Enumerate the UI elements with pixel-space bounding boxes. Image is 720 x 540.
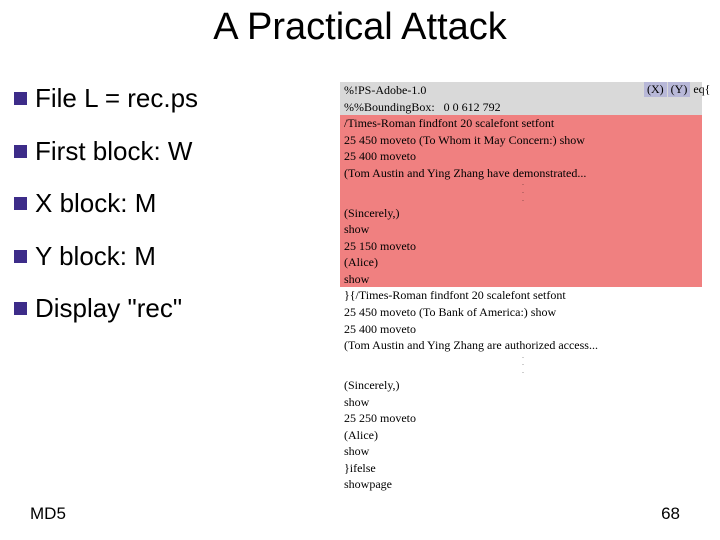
vdots-icon: ... <box>340 181 702 204</box>
code-line: (Tom Austin and Ying Zhang are authorize… <box>340 337 702 354</box>
code-line: %%BoundingBox: 0 0 612 792 <box>340 99 702 116</box>
code-line: (Alice) <box>340 427 702 444</box>
code-line: showpage <box>340 476 702 493</box>
code-line: }ifelse <box>340 460 702 477</box>
xy-annotation: (X) (Y) eq{ <box>644 82 710 97</box>
bullet-text: Display "rec" <box>35 292 182 325</box>
slide-title: A Practical Attack <box>0 6 720 49</box>
bullet-icon <box>14 92 27 105</box>
bullet-item: Display "rec" <box>14 292 329 325</box>
eq-tail: eq{ <box>691 82 710 97</box>
code-line: 25 450 moveto (To Bank of America:) show <box>340 304 702 321</box>
code-line: show <box>340 394 702 411</box>
bullet-item: First block: W <box>14 135 329 168</box>
code-line: show <box>340 271 702 288</box>
bullet-item: File L = rec.ps <box>14 82 329 115</box>
vdots-icon: ... <box>340 354 702 377</box>
code-block: %!PS-Adobe-1.0 %%BoundingBox: 0 0 612 79… <box>340 82 702 493</box>
code-line: (Sincerely,) <box>340 205 702 222</box>
bullet-item: Y block: M <box>14 240 329 273</box>
bullet-text: X block: M <box>35 187 156 220</box>
code-line: 25 400 moveto <box>340 148 702 165</box>
code-line: (Tom Austin and Ying Zhang have demonstr… <box>340 165 702 182</box>
bullet-icon <box>14 302 27 315</box>
bullet-icon <box>14 197 27 210</box>
bullet-list: File L = rec.ps First block: W X block: … <box>14 82 329 345</box>
code-line: 25 250 moveto <box>340 410 702 427</box>
y-label: (Y) <box>668 82 691 97</box>
bullet-item: X block: M <box>14 187 329 220</box>
bullet-icon <box>14 145 27 158</box>
bullet-text: File L = rec.ps <box>35 82 198 115</box>
code-line: show <box>340 221 702 238</box>
bullet-text: First block: W <box>35 135 192 168</box>
footer-page-number: 68 <box>661 504 680 524</box>
code-line: /Times-Roman findfont 20 scalefont setfo… <box>340 115 702 132</box>
bullet-icon <box>14 250 27 263</box>
code-line: 25 150 moveto <box>340 238 702 255</box>
footer-left: MD5 <box>30 504 66 524</box>
code-line: 25 400 moveto <box>340 321 702 338</box>
code-line: 25 450 moveto (To Whom it May Concern:) … <box>340 132 702 149</box>
code-line: (Sincerely,) <box>340 377 702 394</box>
bullet-text: Y block: M <box>35 240 156 273</box>
code-line: show <box>340 443 702 460</box>
x-label: (X) <box>644 82 667 97</box>
code-line: (Alice) <box>340 254 702 271</box>
code-line: }{/Times-Roman findfont 20 scalefont set… <box>340 287 702 304</box>
